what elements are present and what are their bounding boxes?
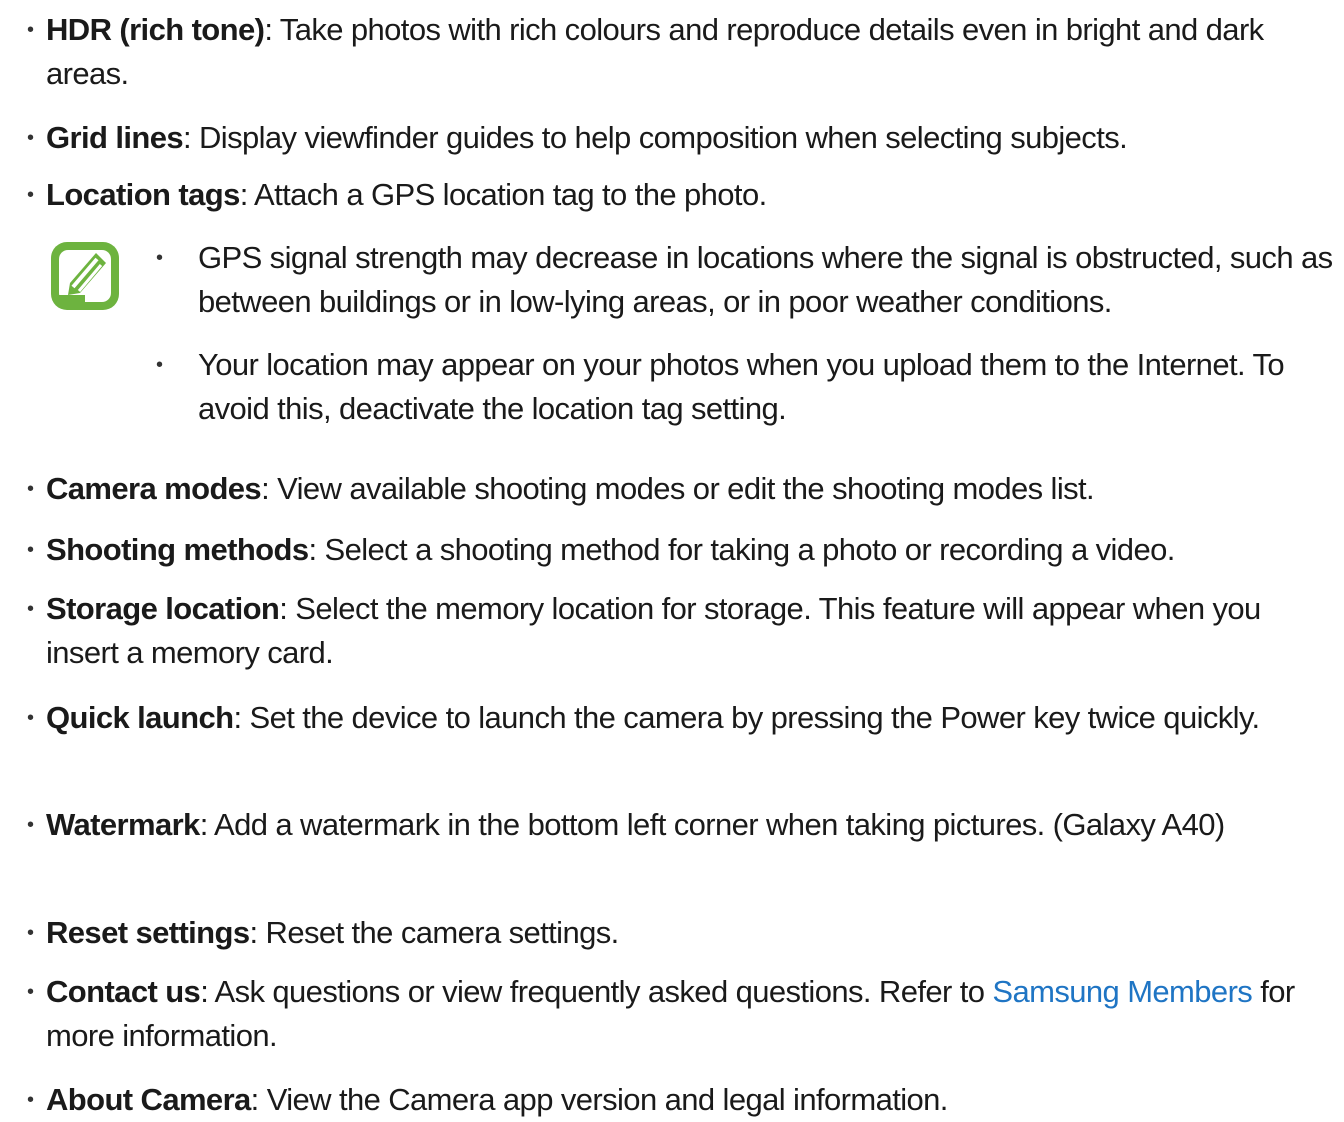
list-item-text: Grid lines: Display viewfinder guides to…	[46, 116, 1331, 160]
note-pen-icon	[48, 239, 122, 313]
bullet: •	[27, 598, 34, 620]
term-description: : View the Camera app version and legal …	[250, 1082, 949, 1117]
term-label: Watermark	[46, 807, 200, 842]
bullet: •	[156, 247, 163, 269]
term-label: Storage location	[46, 591, 280, 626]
term-label: HDR (rich tone)	[46, 12, 265, 47]
list-item-text: Storage location: Select the memory loca…	[46, 587, 1331, 675]
term-description: : Add a watermark in the bottom left cor…	[199, 807, 1226, 842]
list-item-text: HDR (rich tone): Take photos with rich c…	[46, 8, 1331, 96]
list-item-text: Watermark: Add a watermark in the bottom…	[46, 803, 1331, 847]
list-item-text: Contact us: Ask questions or view freque…	[46, 970, 1331, 1058]
bullet: •	[27, 707, 34, 729]
note-text: Your location may appear on your photos …	[198, 347, 1285, 426]
term-label: Quick launch	[46, 700, 234, 735]
list-item-text: Quick launch: Set the device to launch t…	[46, 696, 1331, 740]
term-description: : Reset the camera settings.	[249, 915, 620, 950]
document-page: • HDR (rich tone): Take photos with rich…	[0, 0, 1344, 1117]
term-label: Contact us	[46, 974, 201, 1009]
term-description: : Attach a GPS location tag to the photo…	[239, 177, 767, 212]
list-item-text: Location tags: Attach a GPS location tag…	[46, 173, 1331, 217]
bullet: •	[27, 19, 34, 41]
samsung-members-link[interactable]: Samsung Members	[992, 974, 1252, 1009]
list-item-text: About Camera: View the Camera app versio…	[46, 1078, 1331, 1122]
bullet: •	[27, 814, 34, 836]
term-description: : Display viewfinder guides to help comp…	[182, 120, 1128, 155]
bullet: •	[27, 981, 34, 1003]
term-label: Location tags	[46, 177, 240, 212]
list-item-text: Camera modes: View available shooting mo…	[46, 467, 1331, 511]
bullet: •	[156, 354, 163, 376]
term-description: : Select a shooting method for taking a …	[308, 532, 1175, 567]
list-item-text: Shooting methods: Select a shooting meth…	[46, 528, 1331, 572]
bullet: •	[27, 539, 34, 561]
term-label: About Camera	[46, 1082, 251, 1117]
bullet: •	[27, 478, 34, 500]
term-label: Camera modes	[46, 471, 262, 506]
list-item-text: Reset settings: Reset the camera setting…	[46, 911, 1331, 955]
term-label: Grid lines	[46, 120, 184, 155]
term-description: : Ask questions or view frequently asked…	[200, 974, 993, 1009]
term-description: : Set the device to launch the camera by…	[233, 700, 1260, 735]
bullet: •	[27, 1089, 34, 1111]
term-description: : View available shooting modes or edit …	[261, 471, 1095, 506]
bullet: •	[27, 922, 34, 944]
bullet: •	[27, 127, 34, 149]
note-text: GPS signal strength may decrease in loca…	[198, 240, 1333, 319]
bullet: •	[27, 184, 34, 206]
term-label: Reset settings	[46, 915, 250, 950]
term-label: Shooting methods	[46, 532, 309, 567]
